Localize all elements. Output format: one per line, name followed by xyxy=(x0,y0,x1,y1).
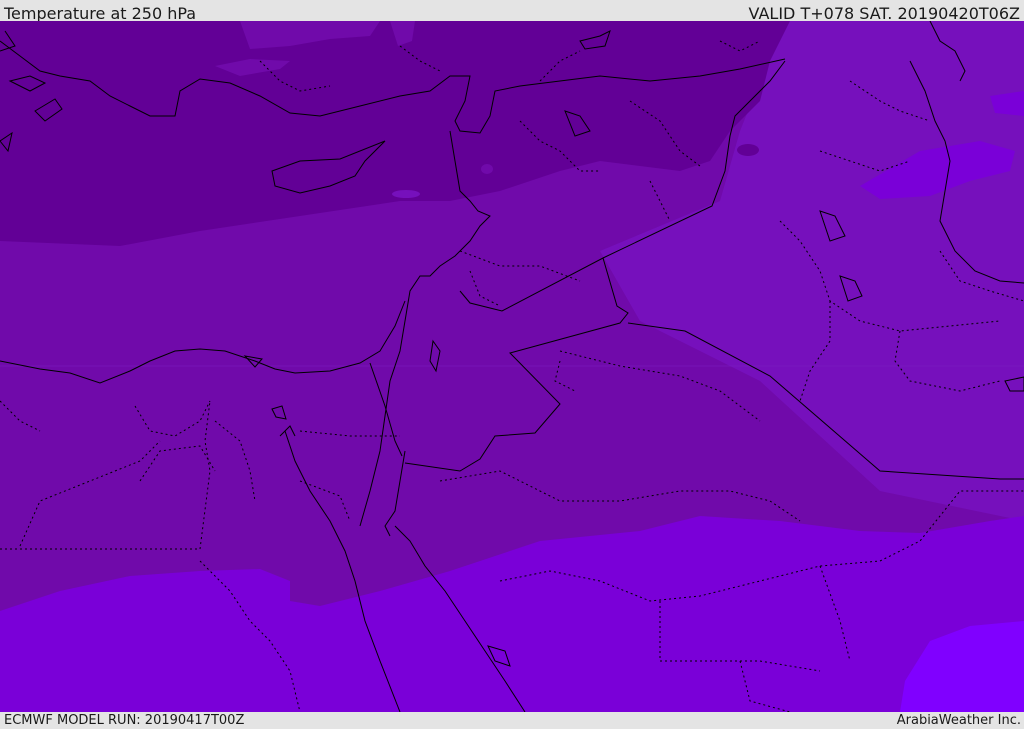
model-run: ECMWF MODEL RUN: 20190417T00Z xyxy=(4,713,245,728)
credit-label: ArabiaWeather Inc. xyxy=(896,713,1021,728)
field-patch-6 xyxy=(737,144,759,156)
map-area[interactable] xyxy=(0,21,1024,712)
field-patch-4 xyxy=(481,164,493,174)
field-patch-5 xyxy=(392,190,420,198)
footer-bar: ECMWF MODEL RUN: 20190417T00Z ArabiaWeat… xyxy=(0,712,1024,729)
header-bar: Temperature at 250 hPa VALID T+078 SAT. … xyxy=(0,0,1024,23)
temperature-map xyxy=(0,21,1024,712)
